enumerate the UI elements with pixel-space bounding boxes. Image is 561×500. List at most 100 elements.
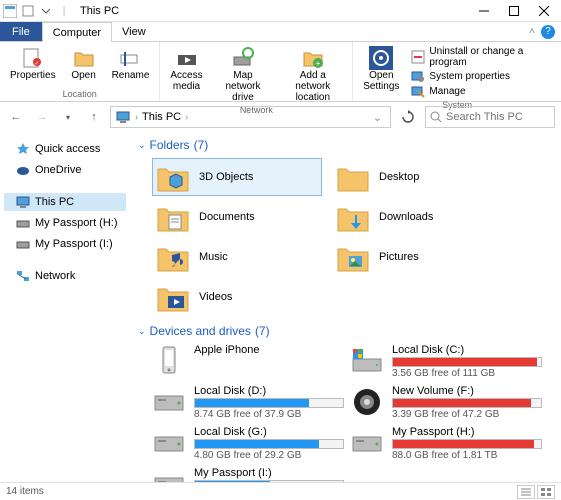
ribbon-label: Manage <box>429 86 465 97</box>
ribbon-group-system: Open Settings Uninstall or change a prog… <box>353 42 561 101</box>
drive-icon <box>152 426 186 460</box>
sidebar-item-my-passport-h-[interactable]: My Passport (H:) <box>4 214 126 232</box>
help-icon[interactable]: ? <box>541 25 555 39</box>
ribbon-group-location: ✓ Properties Open Rename Location <box>0 42 160 101</box>
ribbon-label: Open <box>71 70 95 81</box>
drive-free-text: 4.80 GB free of 29.2 GB <box>194 450 344 461</box>
view-details-button[interactable] <box>517 485 535 499</box>
ribbon-label: Map network drive <box>217 70 270 103</box>
forward-button[interactable]: → <box>32 107 52 127</box>
body: Quick access OneDrive This PC My Passport (… <box>0 132 561 482</box>
folder-item[interactable]: Desktop <box>332 158 502 196</box>
open-icon <box>70 46 98 70</box>
sidebar-item-my-passport-i-[interactable]: My Passport (I:) <box>4 235 126 253</box>
sidebar-item-network[interactable]: Network <box>4 267 126 285</box>
status-item-count: 14 items <box>6 486 44 497</box>
star-icon <box>16 142 30 156</box>
rename-button[interactable]: Rename <box>106 44 156 83</box>
drive-item[interactable]: Local Disk (D:)8.74 GB free of 37.9 GB <box>152 385 342 420</box>
close-button[interactable] <box>529 1 559 21</box>
folder-name: Desktop <box>379 171 419 183</box>
svg-text:+: + <box>315 59 320 68</box>
minimize-button[interactable] <box>469 1 499 21</box>
drive-icon <box>152 467 186 482</box>
drive-item[interactable]: Local Disk (C:)3.56 GB free of 111 GB <box>350 344 540 379</box>
folders-grid: 3D Objects Desktop Documents Downloads Music… <box>152 158 553 316</box>
chevron-up-icon[interactable]: ˄ <box>529 26 535 37</box>
drive-item[interactable]: New Volume (F:) 3.39 GB free of 47.2 GB <box>350 385 540 420</box>
drive-free-text: 3.39 GB free of 47.2 GB <box>392 409 542 420</box>
qat-dropdown-icon[interactable] <box>38 3 54 19</box>
recent-dropdown[interactable]: ▾ <box>58 107 78 127</box>
quick-access-toolbar: | <box>2 3 72 19</box>
breadcrumb-dropdown[interactable]: ⌄ <box>369 111 386 124</box>
sidebar-item-this-pc[interactable]: This PC <box>4 193 126 211</box>
add-network-location-button[interactable]: + Add a network location <box>277 44 348 105</box>
ribbon-label: System properties <box>429 71 510 82</box>
drive-item[interactable]: Local Disk (G:)4.80 GB free of 29.2 GB <box>152 426 342 461</box>
ribbon-label: Rename <box>112 70 150 81</box>
qat-item-icon[interactable] <box>20 3 36 19</box>
drive-icon <box>152 385 186 419</box>
sidebar-item-label: My Passport (I:) <box>35 238 113 250</box>
drive-item[interactable]: My Passport (I:)2.23 TB free of 4.54 TB <box>152 467 342 482</box>
up-button[interactable]: ↑ <box>84 107 104 127</box>
folder-name: Pictures <box>379 251 419 263</box>
maximize-button[interactable] <box>499 1 529 21</box>
drive-name: Apple iPhone <box>194 344 342 356</box>
folder-item[interactable]: Documents <box>152 198 322 236</box>
drive-info: Apple iPhone <box>194 344 342 356</box>
tab-computer[interactable]: Computer <box>42 22 112 42</box>
search-box[interactable] <box>425 106 555 128</box>
svg-text:✓: ✓ <box>34 61 39 67</box>
folder-item[interactable]: 3D Objects <box>152 158 322 196</box>
drive-icon <box>350 385 384 419</box>
folder-icon <box>335 241 371 273</box>
chevron-down-icon: ⌄ <box>138 140 146 151</box>
drive-usage-bar <box>392 357 542 367</box>
refresh-button[interactable] <box>397 106 419 128</box>
search-input[interactable] <box>446 111 550 123</box>
folder-name: 3D Objects <box>199 171 253 183</box>
search-icon <box>430 111 442 123</box>
map-network-drive-button[interactable]: Map network drive <box>211 44 276 105</box>
drive-item[interactable]: Apple iPhone <box>152 344 342 379</box>
back-button[interactable]: ← <box>6 107 26 127</box>
sidebar-item-quick-access[interactable]: Quick access <box>4 140 126 158</box>
folder-item[interactable]: Pictures <box>332 238 502 276</box>
drive-icon <box>350 426 384 460</box>
drive-item[interactable]: My Passport (H:)88.0 GB free of 1.81 TB <box>350 426 540 461</box>
folder-item[interactable]: Music <box>152 238 322 276</box>
folders-group-header[interactable]: ⌄ Folders (7) <box>138 138 553 152</box>
tab-view[interactable]: View <box>112 22 156 41</box>
nav-bar: ← → ▾ ↑ › This PC › ⌄ <box>0 102 561 132</box>
manage-button[interactable]: Manage <box>411 84 553 98</box>
ribbon-tabs: File Computer View ˄ ? <box>0 22 561 42</box>
chevron-down-icon: ⌄ <box>138 326 146 337</box>
breadcrumb-sep: › <box>185 112 188 122</box>
view-buttons <box>517 485 555 499</box>
drive-info: My Passport (H:)88.0 GB free of 1.81 TB <box>392 426 542 461</box>
folder-item[interactable]: Videos <box>152 278 322 316</box>
drive-name: New Volume (F:) <box>392 385 542 397</box>
system-properties-button[interactable]: System properties <box>411 69 553 83</box>
window-title: This PC <box>80 5 119 17</box>
drive-usage-bar <box>194 439 344 449</box>
breadcrumb-root[interactable]: This PC <box>142 111 181 123</box>
drives-group-header[interactable]: ⌄ Devices and drives (7) <box>138 324 553 338</box>
folder-name: Videos <box>199 291 232 303</box>
network-icon <box>16 269 30 283</box>
folder-item[interactable]: Downloads <box>332 198 502 236</box>
open-settings-button[interactable]: Open Settings <box>357 44 405 94</box>
access-media-button[interactable]: Access media <box>164 44 208 94</box>
drive-icon <box>16 237 30 251</box>
properties-button[interactable]: ✓ Properties <box>4 44 62 83</box>
open-button[interactable]: Open <box>64 44 104 83</box>
status-bar: 14 items <box>0 482 561 500</box>
group-label: Devices and drives <box>150 324 251 338</box>
view-icons-button[interactable] <box>537 485 555 499</box>
sidebar-item-onedrive[interactable]: OneDrive <box>4 161 126 179</box>
tab-file[interactable]: File <box>0 22 42 41</box>
breadcrumb[interactable]: › This PC › ⌄ <box>110 106 391 128</box>
uninstall-program-button[interactable]: Uninstall or change a program <box>411 46 553 68</box>
